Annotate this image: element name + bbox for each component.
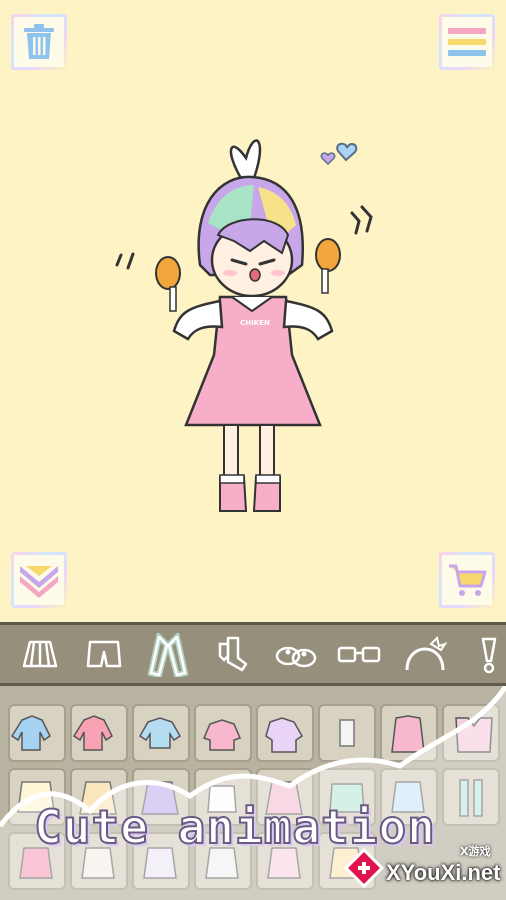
watermark-small-text: X游戏 — [460, 845, 491, 858]
tab-accessory[interactable] — [464, 633, 506, 677]
shopping-cart-icon — [449, 564, 487, 596]
tab-glasses[interactable] — [336, 633, 382, 677]
skirt-icon — [22, 640, 58, 668]
item-cell[interactable] — [318, 704, 376, 762]
item-cell[interactable] — [442, 704, 500, 762]
shorts-icon — [86, 640, 122, 668]
item-cell[interactable] — [194, 704, 252, 762]
tab-shorts[interactable] — [81, 633, 127, 677]
watermark-site-text: XYouXi.net — [386, 860, 501, 885]
trash-button[interactable] — [11, 14, 67, 70]
item-cell[interactable] — [132, 704, 190, 762]
category-tab-bar — [0, 622, 506, 686]
item-cell[interactable] — [256, 704, 314, 762]
trash-icon — [24, 24, 54, 59]
shirt-text: CHIKEN — [240, 319, 270, 327]
menu-button[interactable] — [439, 14, 495, 70]
item-cell[interactable] — [8, 704, 66, 762]
accessory-icon — [481, 637, 497, 674]
dress-up-stage: CHIKEN — [0, 0, 506, 622]
tab-socks[interactable] — [211, 633, 257, 677]
glasses-icon — [337, 646, 381, 663]
cart-button[interactable] — [439, 552, 495, 608]
menu-lines-icon — [448, 28, 486, 56]
character-illustration: CHIKEN — [115, 139, 373, 512]
tab-headband[interactable] — [402, 633, 448, 677]
tab-skirt[interactable] — [17, 633, 63, 677]
double-chevron-down-icon — [20, 566, 58, 598]
item-cell[interactable] — [70, 704, 128, 762]
collapse-button[interactable] — [11, 552, 67, 608]
item-cell[interactable] — [380, 704, 438, 762]
dress-icon — [147, 633, 189, 677]
tab-shoes[interactable] — [273, 633, 319, 677]
headband-icon — [405, 636, 447, 671]
socks-icon — [218, 636, 248, 672]
site-watermark: X游戏 XYouXi.net — [332, 838, 506, 900]
tab-dress[interactable] — [145, 633, 191, 677]
shoes-icon — [275, 646, 317, 668]
gamepad-logo-icon — [343, 847, 385, 889]
